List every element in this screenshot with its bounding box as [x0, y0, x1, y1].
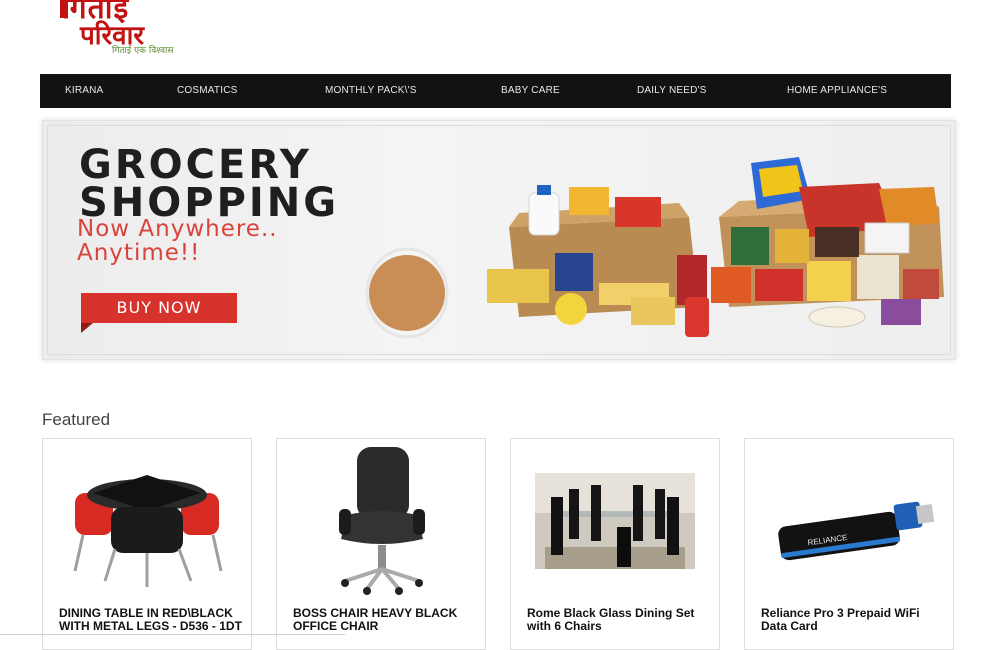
groceries-illustration — [365, 157, 944, 339]
nav-item-daily-needs[interactable]: DAILY NEED'S — [637, 74, 707, 108]
banner-headline-1: GROCERY — [79, 142, 312, 188]
buy-now-button[interactable]: BUY NOW — [81, 293, 237, 323]
product-card[interactable]: RELIANCE Reliance Pro 3 Prepaid WiFi Dat… — [744, 438, 954, 650]
product-image-wifi-datacard: RELIANCE — [778, 501, 935, 561]
main-navigation: KIRANA COSMATICS MONTHLY PACK\'S BABY CA… — [40, 74, 951, 108]
product-title[interactable]: DINING TABLE IN RED\BLACK WITH METAL LEG… — [59, 607, 244, 633]
nav-item-monthly-packs[interactable]: MONTHLY PACK\'S — [325, 74, 417, 108]
banner-subline-2: Anytime!! — [77, 240, 201, 266]
buy-now-ribbon-tail — [81, 323, 93, 333]
nav-item-home-appliances[interactable]: HOME APPLIANCE'S — [787, 74, 887, 108]
product-title[interactable]: Rome Black Glass Dining Set with 6 Chair… — [527, 607, 712, 633]
product-image-glass-dining-set — [535, 473, 695, 569]
nav-item-cosmatics[interactable]: COSMATICS — [177, 74, 238, 108]
nav-item-kirana[interactable]: KIRANA — [65, 74, 103, 108]
product-title[interactable]: Reliance Pro 3 Prepaid WiFi Data Card — [761, 607, 946, 633]
featured-heading: Featured — [42, 410, 111, 429]
product-card[interactable]: Rome Black Glass Dining Set with 6 Chair… — [510, 438, 720, 650]
product-card[interactable]: DINING TABLE IN RED\BLACK WITH METAL LEG… — [42, 438, 252, 650]
bottom-divider — [0, 634, 345, 635]
product-image-office-chair — [339, 447, 425, 595]
nav-item-baby-care[interactable]: BABY CARE — [501, 74, 560, 108]
product-card[interactable]: BOSS CHAIR HEAVY BLACK OFFICE CHAIR — [276, 438, 486, 650]
hero-banner[interactable]: GROCERY SHOPPING Now Anywhere.. Anytime!… — [42, 120, 956, 360]
product-image-dining-table — [73, 475, 223, 587]
product-title[interactable]: BOSS CHAIR HEAVY BLACK OFFICE CHAIR — [293, 607, 478, 633]
logo-tagline: गिताई एक विश्वास — [112, 46, 174, 56]
banner-subline-1: Now Anywhere.. — [77, 216, 278, 242]
site-logo[interactable]: गिताई परिवार गिताई एक विश्वास — [58, 0, 208, 60]
